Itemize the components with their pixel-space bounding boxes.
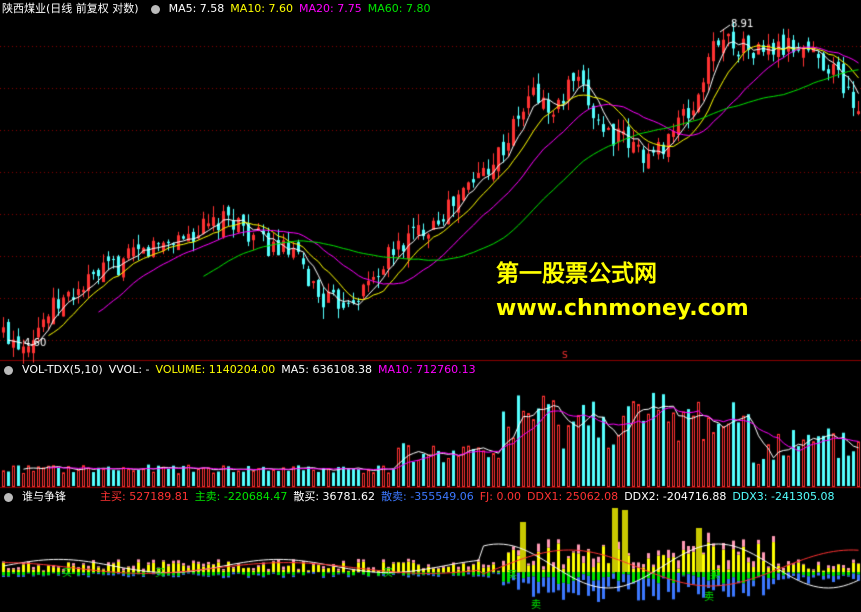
ma60-value: MA60: 7.80 bbox=[367, 2, 431, 15]
flow-panel-header: 谁与争锋 主买: 527189.81 主卖: -220684.47 散买: 36… bbox=[0, 488, 834, 506]
ma10-value: MA10: 7.60 bbox=[230, 2, 294, 15]
ddx2-value: DDX2: -204716.88 bbox=[624, 490, 727, 503]
settings-icon[interactable] bbox=[150, 4, 160, 14]
vol-name: VOL-TDX(5,10) bbox=[22, 363, 103, 376]
price-panel-header: 陕西煤业(日线 前复权 对数) MA5: 7.58 MA10: 7.60 MA2… bbox=[0, 0, 430, 18]
vol-ma10-value: MA10: 712760.13 bbox=[377, 363, 476, 376]
ma5-value: MA5: 7.58 bbox=[168, 2, 225, 15]
volume-panel-header: VOL-TDX(5,10) VVOL: - VOLUME: 1140204.00… bbox=[0, 361, 476, 379]
watermark-title: 第一股票公式网 bbox=[496, 261, 657, 287]
title: 陕西煤业(日线 前复权 对数) bbox=[2, 2, 139, 15]
ddx3-value: DDX3: -241305.08 bbox=[732, 490, 835, 503]
watermark-url: www.chnmoney.com bbox=[496, 296, 749, 321]
vvol-value: VVOL: - bbox=[108, 363, 150, 376]
ddx1-value: DDX1: 25062.08 bbox=[527, 490, 619, 503]
volume-settings-icon[interactable] bbox=[4, 365, 13, 375]
volume-value: VOLUME: 1140204.00 bbox=[155, 363, 276, 376]
zhumai-value: 主买: 527189.81 bbox=[100, 490, 189, 503]
vol-ma5-value: MA5: 636108.38 bbox=[281, 363, 372, 376]
sanmai2-value: 散卖: -355549.06 bbox=[381, 490, 474, 503]
flow-settings-icon[interactable] bbox=[4, 492, 13, 502]
fj-value: FJ: 0.00 bbox=[479, 490, 522, 503]
flow-name: 谁与争锋 bbox=[22, 490, 66, 503]
ma20-value: MA20: 7.75 bbox=[299, 2, 362, 15]
zhumai2-value: 主卖: -220684.47 bbox=[194, 490, 288, 503]
sanmai-value: 散买: 36781.62 bbox=[293, 490, 376, 503]
